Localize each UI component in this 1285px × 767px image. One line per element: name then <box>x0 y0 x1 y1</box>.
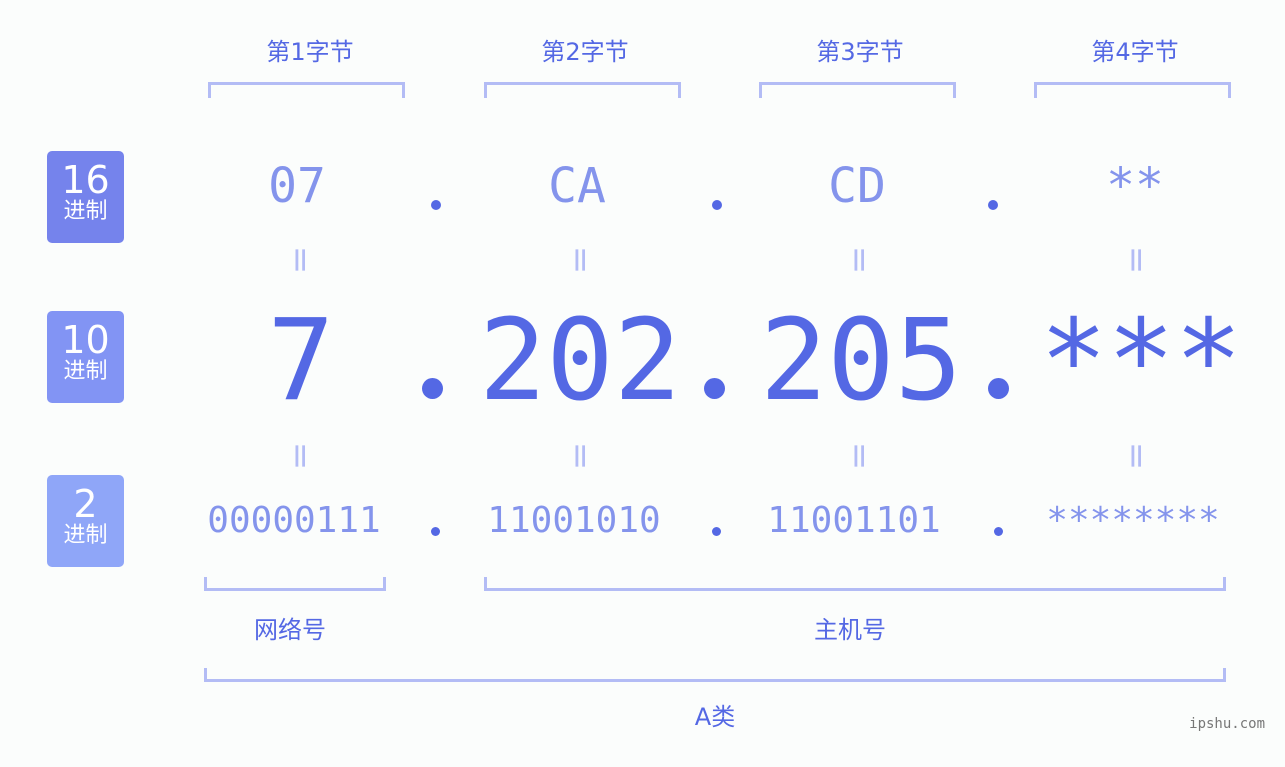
byte-label-3: 第3字节 <box>816 38 904 66</box>
bin-badge-unit: 进制 <box>63 523 108 548</box>
equals-icon: = <box>1116 245 1156 275</box>
hex-byte-2: CA <box>548 158 606 214</box>
hex-byte-4: ** <box>1106 158 1164 214</box>
hex-separator-dot <box>712 200 722 210</box>
equals-icon: = <box>560 245 600 275</box>
watermark: ipshu.com <box>1189 716 1265 732</box>
hex-byte-1: 07 <box>268 158 326 214</box>
dec-byte-4: *** <box>1039 296 1243 426</box>
equals-icon: = <box>839 245 879 275</box>
equals-icon: = <box>560 441 600 471</box>
hex-badge: 16 进制 <box>47 151 124 243</box>
hex-byte-3: CD <box>828 158 886 214</box>
bin-badge: 2 进制 <box>47 475 124 567</box>
byte-label-2: 第2字节 <box>541 38 629 66</box>
network-bracket <box>204 577 386 591</box>
bin-byte-4: ******** <box>1046 500 1220 541</box>
network-label: 网络号 <box>254 616 326 644</box>
byte-bracket-1 <box>208 82 405 98</box>
equals-icon: = <box>839 441 879 471</box>
bin-separator-dot <box>712 527 721 536</box>
dec-separator-dot <box>704 378 725 399</box>
bin-badge-number: 2 <box>73 482 98 526</box>
bin-byte-2: 11001010 <box>487 500 661 541</box>
byte-label-4: 第4字节 <box>1091 38 1179 66</box>
dec-byte-3: 205 <box>759 296 963 426</box>
class-bracket <box>204 668 1226 682</box>
dec-separator-dot <box>988 378 1009 399</box>
hex-badge-number: 16 <box>61 158 110 202</box>
hex-badge-unit: 进制 <box>63 199 108 224</box>
class-label: A类 <box>694 703 736 731</box>
dec-badge-number: 10 <box>61 318 110 362</box>
dec-badge: 10 进制 <box>47 311 124 403</box>
hex-separator-dot <box>431 200 441 210</box>
dec-separator-dot <box>422 378 443 399</box>
equals-icon: = <box>1116 441 1156 471</box>
host-bracket <box>484 577 1226 591</box>
bin-separator-dot <box>994 527 1003 536</box>
equals-icon: = <box>280 245 320 275</box>
equals-icon: = <box>280 441 320 471</box>
byte-bracket-4 <box>1034 82 1231 98</box>
dec-badge-unit: 进制 <box>63 359 108 384</box>
hex-separator-dot <box>988 200 998 210</box>
byte-bracket-2 <box>484 82 681 98</box>
host-label: 主机号 <box>814 616 886 644</box>
dec-byte-2: 202 <box>478 296 682 426</box>
byte-bracket-3 <box>759 82 956 98</box>
bin-separator-dot <box>431 527 440 536</box>
bin-byte-1: 00000111 <box>207 500 381 541</box>
dec-byte-1: 7 <box>267 296 335 426</box>
byte-label-1: 第1字节 <box>266 38 354 66</box>
bin-byte-3: 11001101 <box>767 500 941 541</box>
